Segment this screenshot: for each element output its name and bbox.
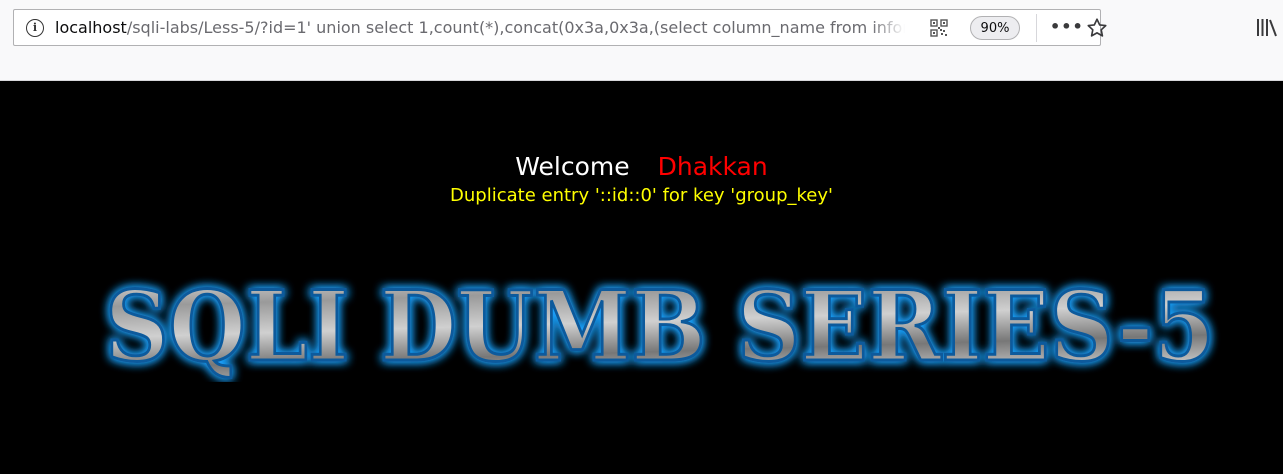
sql-error-message: Duplicate entry '::id::0' for key 'group…: [450, 185, 833, 206]
url-path: /sqli-labs/Less-5/?id=1' union select 1,…: [126, 17, 905, 37]
url-input[interactable]: localhost/sqli-labs/Less-5/?id=1' union …: [55, 18, 905, 38]
zoom-level-button[interactable]: 90%: [970, 16, 1020, 40]
banner-text: SQLI DUMB SERIES-5: [105, 272, 1215, 382]
url-host: localhost: [55, 17, 127, 37]
more-icon[interactable]: •••: [1050, 18, 1083, 38]
address-bar[interactable]: i localhost/sqli-labs/Less-5/?id=1' unio…: [13, 9, 1107, 46]
user-name-text: Dhakkan: [657, 152, 768, 181]
browser-toolbar: i localhost/sqli-labs/Less-5/?id=1' unio…: [0, 0, 1283, 81]
welcome-heading: Welcome Dhakkan: [0, 150, 1283, 184]
url-divider: [1036, 14, 1037, 42]
page-content: Welcome Dhakkan Duplicate entry '::id::0'…: [0, 82, 1283, 474]
welcome-text: Welcome: [515, 152, 630, 181]
qr-code-icon[interactable]: [930, 19, 948, 37]
library-icon[interactable]: [1256, 17, 1278, 39]
series-banner-logo: SQLI DUMB SERIES-5: [104, 272, 1217, 382]
star-icon[interactable]: [1086, 17, 1108, 39]
info-icon[interactable]: i: [26, 18, 44, 37]
